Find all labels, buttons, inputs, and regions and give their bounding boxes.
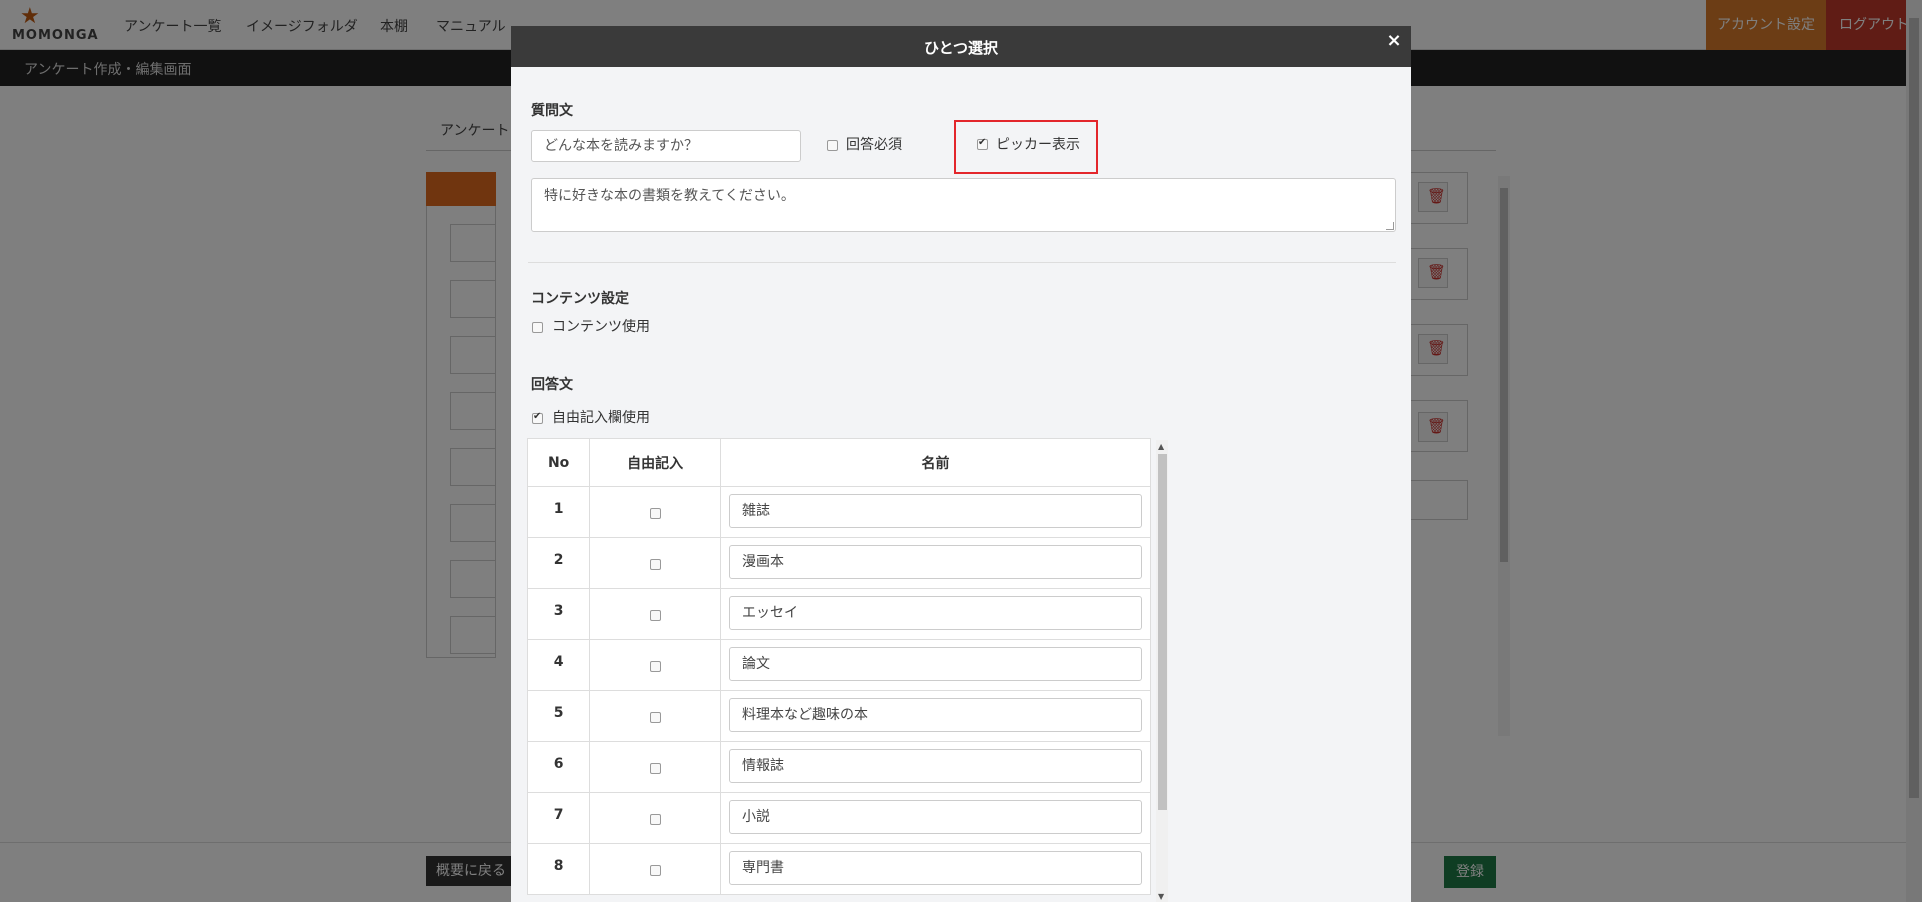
table-row: 4 論文 xyxy=(527,639,1152,691)
picker-checkbox[interactable] xyxy=(977,137,988,150)
table-row: 1 雑誌 xyxy=(527,486,1152,538)
table-scrollbar-thumb[interactable] xyxy=(1158,454,1167,810)
row-number: 3 xyxy=(527,588,591,640)
row-number: 5 xyxy=(527,690,591,742)
picker-label: ピッカー表示 xyxy=(996,137,1080,153)
table-header-row: No 自由記入 名前 xyxy=(527,438,1152,487)
answer-name-input[interactable]: 料理本など趣味の本 xyxy=(728,698,1142,732)
table-row: 3 エッセイ xyxy=(527,588,1152,640)
description-textarea[interactable]: 特に好きな本の書類を教えてください。 xyxy=(531,178,1396,232)
single-choice-modal: ひとつ選択 × 質問文 どんな本を読みますか？ 回答必須 ピッカー表示 特に好き… xyxy=(511,26,1411,902)
content-use-checkbox[interactable] xyxy=(532,322,543,333)
column-header-name: 名前 xyxy=(719,438,1152,487)
row-number: 6 xyxy=(527,741,591,793)
close-icon[interactable]: × xyxy=(1384,30,1404,52)
column-header-free: 自由記入 xyxy=(589,438,721,487)
section-divider xyxy=(528,262,1396,263)
table-row: 8 専門書 xyxy=(527,843,1152,895)
free-entry-row-checkbox[interactable] xyxy=(649,763,661,774)
free-entry-checkbox[interactable] xyxy=(532,411,543,424)
answer-name-input[interactable]: 専門書 xyxy=(728,851,1142,885)
answer-name-input[interactable]: エッセイ xyxy=(728,596,1142,630)
table-row: 7 小説 xyxy=(527,792,1152,844)
table-row: 2 漫画本 xyxy=(527,537,1152,589)
answer-name-input[interactable]: 情報誌 xyxy=(728,749,1142,783)
free-entry-row-checkbox[interactable] xyxy=(649,508,661,519)
answers-table: No 自由記入 名前 1 雑誌 2 漫画本 3 エッセイ 4 論文 5 料理本な… xyxy=(527,438,1152,895)
answer-name-input[interactable]: 小説 xyxy=(728,800,1142,834)
column-header-no: No xyxy=(527,438,591,487)
row-number: 8 xyxy=(527,843,591,895)
scroll-up-icon[interactable]: ▲ xyxy=(1158,442,1164,451)
modal-header: ひとつ選択 × xyxy=(511,26,1411,67)
modal-title: ひとつ選択 xyxy=(924,39,998,57)
resize-grip-icon[interactable] xyxy=(1386,222,1394,230)
row-number: 7 xyxy=(527,792,591,844)
free-entry-label: 自由記入欄使用 xyxy=(552,410,650,426)
table-row: 6 情報誌 xyxy=(527,741,1152,793)
free-entry-row-checkbox[interactable] xyxy=(649,610,661,621)
free-entry-row-checkbox[interactable] xyxy=(649,814,661,825)
free-entry-row-checkbox[interactable] xyxy=(649,712,661,723)
required-label: 回答必須 xyxy=(846,137,902,153)
content-settings-label: コンテンツ設定 xyxy=(531,291,629,307)
free-entry-row-checkbox[interactable] xyxy=(649,559,661,570)
content-use-label: コンテンツ使用 xyxy=(552,319,650,335)
row-number: 4 xyxy=(527,639,591,691)
answer-name-input[interactable]: 漫画本 xyxy=(728,545,1142,579)
answers-label: 回答文 xyxy=(531,377,573,393)
required-checkbox[interactable] xyxy=(827,140,838,151)
table-row: 5 料理本など趣味の本 xyxy=(527,690,1152,742)
free-entry-row-checkbox[interactable] xyxy=(649,865,661,876)
answer-name-input[interactable]: 雑誌 xyxy=(728,494,1142,528)
free-entry-row-checkbox[interactable] xyxy=(649,661,661,672)
question-label: 質問文 xyxy=(531,103,573,119)
description-text: 特に好きな本の書類を教えてください。 xyxy=(544,188,795,204)
answer-name-input[interactable]: 論文 xyxy=(728,647,1142,681)
scroll-down-icon[interactable]: ▼ xyxy=(1158,892,1164,901)
question-input[interactable]: どんな本を読みますか？ xyxy=(531,130,801,162)
row-number: 1 xyxy=(527,486,591,538)
answers-table-container: No 自由記入 名前 1 雑誌 2 漫画本 3 エッセイ 4 論文 5 料理本な… xyxy=(527,438,1157,902)
row-number: 2 xyxy=(527,537,591,589)
